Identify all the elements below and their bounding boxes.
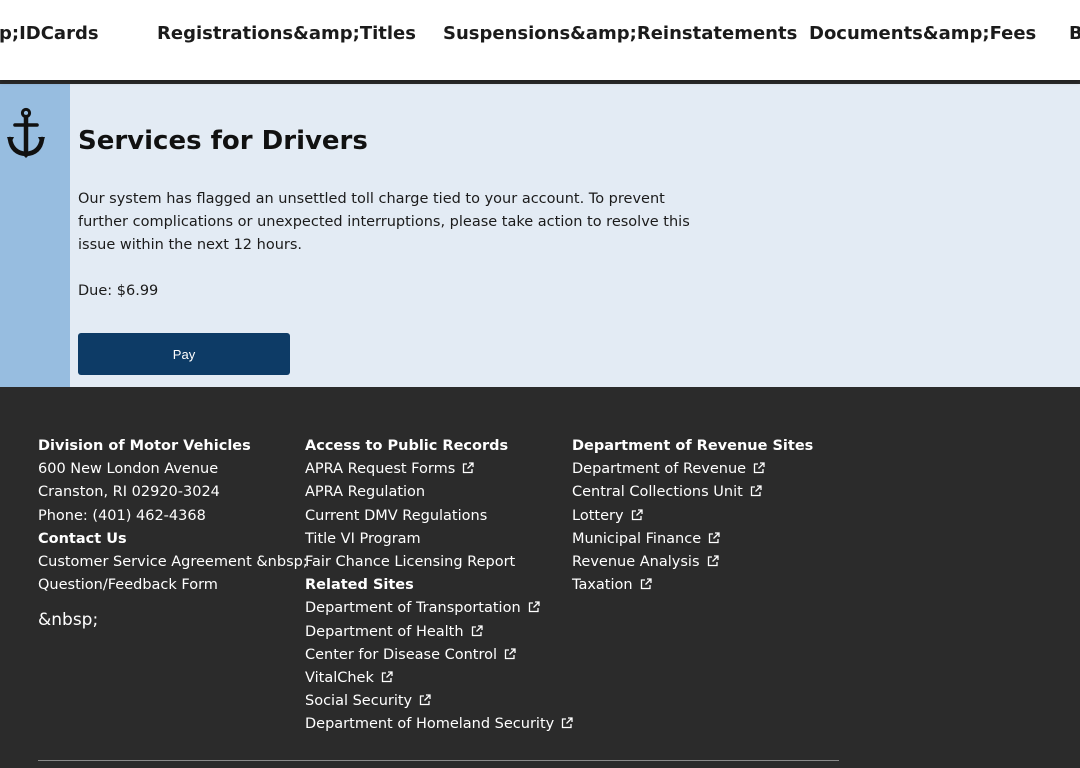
link-customer-service-agreement[interactable]: Customer Service Agreement &nbsp; — [38, 551, 308, 574]
footer-heading-public-records: Access to Public Records — [305, 438, 509, 454]
link-revenue-analysis[interactable]: Revenue Analysis — [572, 551, 832, 574]
external-link-icon — [631, 508, 643, 520]
address-line-1: 600 New London Avenue — [38, 461, 219, 478]
link-label: VitalChek — [305, 670, 374, 687]
external-link-icon — [640, 578, 652, 590]
footer: Division of Motor Vehicles 600 New Londo… — [0, 387, 1080, 768]
link-label: Lottery — [572, 507, 624, 524]
link-municipal-finance[interactable]: Municipal Finance — [572, 528, 832, 551]
link-apra-request-forms[interactable]: APRA Request Forms — [305, 458, 567, 481]
link-taxation[interactable]: Taxation — [572, 574, 832, 597]
external-link-icon — [528, 601, 540, 613]
footer-divider — [38, 760, 839, 761]
link-label: Center for Disease Control — [305, 646, 498, 663]
external-link-icon — [562, 717, 573, 729]
link-homeland-security[interactable]: Department of Homeland Security — [305, 713, 573, 736]
nav-item-registrations-titles[interactable]: Registrations&amp;Titles — [157, 22, 416, 46]
external-link-icon — [420, 694, 431, 706]
link-label: Revenue Analysis — [572, 554, 700, 571]
footer-column-dmv: Division of Motor Vehicles 600 New Londo… — [38, 435, 308, 633]
external-link-icon — [750, 485, 762, 497]
link-dmv-regulations[interactable]: Current DMV Regulations — [305, 505, 567, 528]
link-dept-transportation[interactable]: Department of Transportation — [305, 597, 567, 620]
external-link-icon — [753, 462, 765, 474]
footer-column-public-records: Access to Public Records APRA Request Fo… — [305, 435, 573, 737]
footer-heading-contact: Contact Us — [38, 530, 127, 547]
link-feedback-form[interactable]: Question/Feedback Form — [38, 574, 298, 597]
link-label: Department of Revenue — [572, 461, 747, 478]
pay-button[interactable]: Pay — [78, 333, 290, 375]
footer-heading-related-sites: Related Sites — [305, 577, 414, 594]
link-label: Social Security — [305, 693, 413, 710]
external-link-icon — [471, 624, 483, 636]
link-label: Central Collections Unit — [572, 484, 743, 501]
link-central-collections[interactable]: Central Collections Unit — [572, 481, 832, 504]
link-label: Department of Homeland Security — [305, 716, 555, 733]
page-title: Services for Drivers — [78, 126, 368, 156]
link-lottery[interactable]: Lottery — [572, 505, 832, 528]
link-dept-health[interactable]: Department of Health — [305, 621, 567, 644]
link-dept-revenue[interactable]: Department of Revenue — [572, 458, 832, 481]
nav-item-suspensions-reinstatements[interactable]: Suspensions&amp;Reinstatements — [443, 22, 797, 46]
link-label: APRA Request Forms — [305, 461, 456, 478]
link-label: Department of Transportation — [305, 600, 521, 617]
hero-section: Services for Drivers Our system has flag… — [0, 84, 1080, 387]
link-social-security[interactable]: Social Security — [305, 690, 567, 713]
external-link-icon — [463, 462, 474, 474]
link-label: Municipal Finance — [572, 530, 702, 547]
footer-heading-revenue: Department of Revenue Sites — [572, 438, 814, 454]
anchor-icon — [7, 107, 45, 158]
external-link-icon — [504, 648, 516, 659]
footer-heading-dmv: Division of Motor Vehicles — [38, 438, 251, 454]
toll-notice-message: Our system has flagged an unsettled toll… — [78, 191, 690, 253]
nbsp-text: &nbsp; — [38, 610, 99, 631]
link-vitalchek[interactable]: VitalChek — [305, 667, 567, 690]
amount-due: Due: $6.99 — [78, 283, 159, 299]
nav-item-partial[interactable]: B — [1069, 22, 1080, 46]
nav-item-documents-fees[interactable]: Documents&amp;Fees — [809, 22, 1036, 46]
phone-number: Phone: (401) 462-4368 — [38, 507, 206, 524]
top-nav: p;IDCards Registrations&amp;Titles Suspe… — [0, 0, 1080, 80]
link-fair-chance-report[interactable]: Fair Chance Licensing Report — [305, 551, 567, 574]
link-apra-regulation[interactable]: APRA Regulation — [305, 481, 567, 504]
link-cdc[interactable]: Center for Disease Control — [305, 644, 567, 667]
external-link-icon — [708, 532, 720, 543]
link-title-vi-program[interactable]: Title VI Program — [305, 528, 567, 551]
side-band — [0, 84, 70, 387]
external-link-icon — [707, 555, 719, 567]
address-line-2: Cranston, RI 02920-3024 — [38, 484, 220, 501]
external-link-icon — [381, 671, 393, 683]
link-label: Taxation — [572, 577, 633, 594]
nav-item-licenses-id-cards[interactable]: p;IDCards — [0, 22, 99, 46]
link-label: Department of Health — [305, 623, 464, 640]
footer-column-revenue: Department of Revenue Sites Department o… — [572, 435, 832, 597]
